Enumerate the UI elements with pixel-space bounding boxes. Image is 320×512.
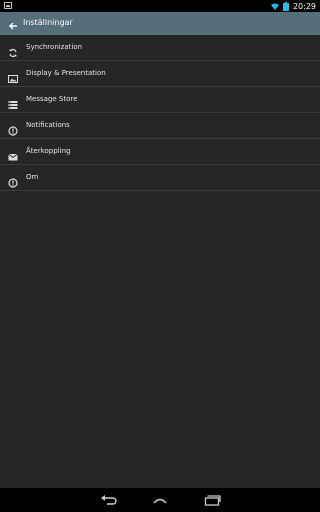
- settings-list: Synchronization Display & Presentation M…: [0, 35, 320, 191]
- sync-icon: [8, 43, 18, 58]
- info-icon: [8, 121, 18, 136]
- settings-item-label: Återkoppling: [26, 147, 71, 155]
- app-bar: Inställningar: [0, 12, 320, 35]
- status-bar: 20:29: [0, 0, 320, 12]
- settings-item-about[interactable]: Om: [0, 165, 320, 191]
- info-icon: [8, 173, 18, 188]
- arrow-back-icon[interactable]: [7, 17, 19, 30]
- settings-item-label: Display & Presentation: [26, 69, 106, 77]
- settings-item-label: Synchronization: [26, 43, 83, 51]
- settings-item-notifications[interactable]: Notifications: [0, 113, 320, 139]
- settings-item-label: Notifications: [26, 121, 70, 129]
- gallery-icon: [4, 2, 12, 9]
- nav-back-icon[interactable]: [100, 492, 118, 508]
- image-icon: [8, 69, 18, 83]
- battery-icon: [282, 1, 289, 11]
- settings-item-synchronization[interactable]: Synchronization: [0, 35, 320, 61]
- settings-item-display[interactable]: Display & Presentation: [0, 61, 320, 87]
- navigation-bar: [0, 488, 320, 512]
- settings-item-label: Om: [26, 173, 39, 181]
- nav-recents-icon[interactable]: [203, 492, 221, 508]
- status-time: 20:29: [292, 1, 316, 11]
- settings-item-feedback[interactable]: Återkoppling: [0, 139, 320, 165]
- settings-item-message-store[interactable]: Message Store: [0, 87, 320, 113]
- status-right: 20:29: [270, 0, 316, 12]
- nav-home-icon[interactable]: [151, 492, 169, 508]
- page-title: Inställningar: [23, 18, 73, 27]
- storage-icon: [8, 95, 18, 109]
- mail-icon: [8, 147, 18, 161]
- settings-item-label: Message Store: [26, 95, 78, 103]
- wifi-icon: [270, 3, 279, 10]
